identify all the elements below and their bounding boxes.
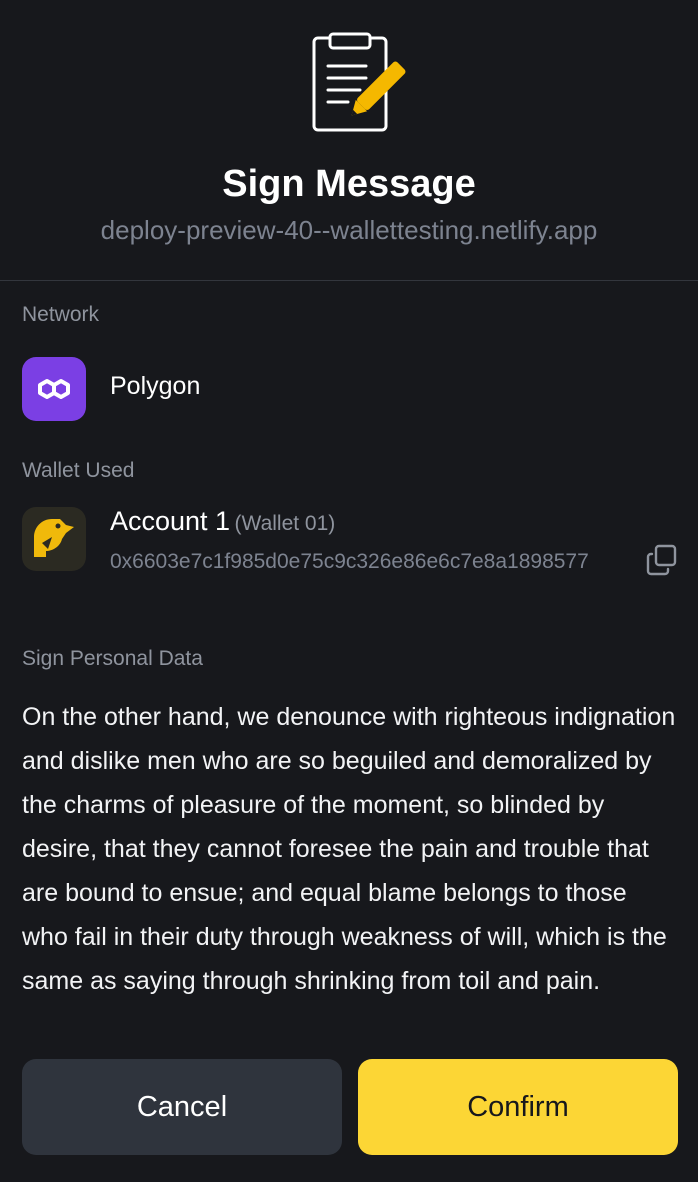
wallet-used-label: Wallet Used [22, 459, 135, 482]
sign-message-text: On the other hand, we denounce with righ… [22, 703, 676, 995]
wallet-name: (Wallet 01) [234, 512, 336, 535]
account-name: Account 1 [110, 506, 231, 536]
sign-message-screen: Sign Message deploy-preview-40--wallette… [0, 0, 698, 1182]
wallet-address: 0x6603e7c1f985d0e75c9c326e86e6c7e8a18985… [110, 550, 589, 573]
sign-personal-data-label: Sign Personal Data [22, 647, 203, 670]
dapp-origin-url: deploy-preview-40--wallettesting.netlify… [100, 215, 598, 245]
account-title: Account 1 (Wallet 01) [110, 504, 335, 543]
cancel-button[interactable]: Cancel [22, 1059, 342, 1155]
network-label: Network [22, 303, 100, 326]
header-divider [0, 280, 698, 281]
message-scroll-area[interactable]: On the other hand, we denounce with righ… [22, 695, 678, 1028]
wallet-avatar-icon [22, 507, 86, 571]
polygon-logo-icon [22, 357, 86, 421]
page-title: Sign Message [222, 163, 476, 205]
copy-icon[interactable] [645, 543, 679, 577]
document-sign-icon [305, 30, 415, 140]
confirm-button[interactable]: Confirm [358, 1059, 678, 1155]
network-name: Polygon [110, 372, 201, 400]
sign-message-header: Sign Message deploy-preview-40--wallette… [0, 0, 698, 280]
